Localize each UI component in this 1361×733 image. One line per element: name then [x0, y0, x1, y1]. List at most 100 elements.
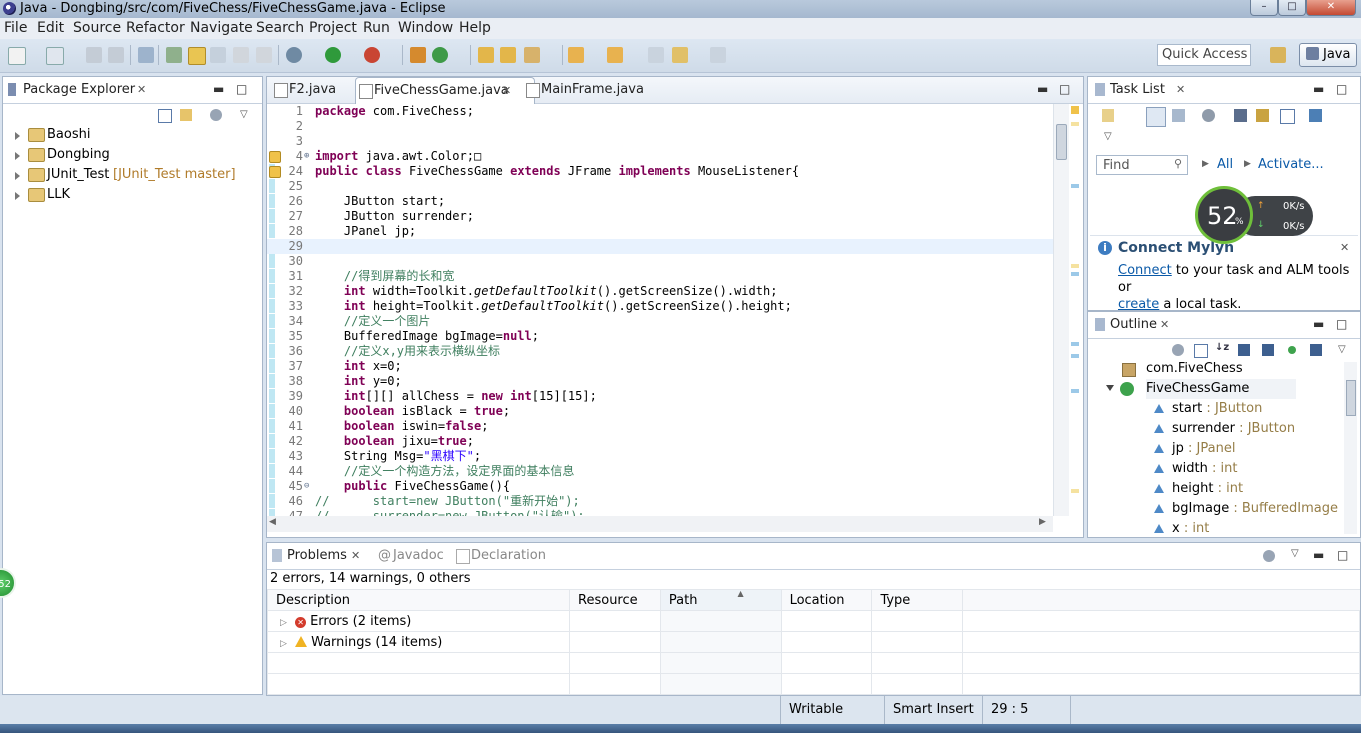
code-line[interactable]: 24 public class FiveChessGame extends JFr…	[267, 164, 1053, 179]
editor-horizontal-scrollbar[interactable]: ◀ ▶	[267, 516, 1053, 532]
sort-icon[interactable]: ↓z	[1215, 342, 1229, 353]
code-line[interactable]: 34 //定义一个图片	[267, 314, 1053, 329]
collapse-all-icon[interactable]	[158, 109, 172, 123]
focus-icon[interactable]	[1172, 344, 1184, 356]
code-line[interactable]: 29	[267, 239, 1053, 254]
highlight-icon[interactable]	[188, 47, 206, 65]
open-type-icon[interactable]	[478, 47, 494, 63]
close-tab-icon[interactable]: ✕	[351, 543, 360, 569]
problem-row-errors[interactable]: ▷ ✕ Errors (2 items)	[266, 610, 1360, 632]
tab-mainframe-java[interactable]: MainFrame.java	[523, 77, 661, 103]
quick-access-input[interactable]: Quick Access	[1157, 44, 1251, 66]
new-icon[interactable]	[8, 47, 26, 65]
column-location[interactable]: Location	[780, 589, 873, 611]
save-icon[interactable]	[86, 47, 102, 63]
view-menu-icon[interactable]: ▽	[1104, 131, 1112, 142]
block-select-icon[interactable]	[210, 47, 226, 63]
code-line[interactable]: 3	[267, 134, 1053, 149]
skip-breakpoints-icon[interactable]	[138, 47, 154, 63]
maximize-icon[interactable]: □	[1336, 317, 1347, 331]
tree-item-dongbing[interactable]: Dongbing	[3, 145, 258, 165]
minimize-icon[interactable]: ▬	[1313, 317, 1324, 331]
search-icon[interactable]	[524, 47, 540, 63]
menu-edit[interactable]: Edit	[37, 20, 64, 37]
column-description[interactable]: Description	[266, 589, 571, 611]
column-resource[interactable]: Resource	[569, 589, 661, 611]
maximize-icon[interactable]: □	[1059, 82, 1070, 96]
close-icon[interactable]: ✕	[1340, 241, 1349, 254]
menu-file[interactable]: File	[4, 20, 27, 37]
new-class-icon[interactable]	[432, 47, 448, 63]
close-tab-icon[interactable]: ✕	[1176, 77, 1185, 103]
java-perspective-button[interactable]: Java	[1299, 43, 1357, 67]
code-line[interactable]: 27 JButton surrender;	[267, 209, 1053, 224]
sync-icon[interactable]	[1309, 109, 1322, 122]
code-line[interactable]: 38 int y=0;	[267, 374, 1053, 389]
editor-vertical-scrollbar[interactable]	[1053, 104, 1069, 516]
outline-field[interactable]: start : JButton	[1154, 399, 1262, 419]
tab-declaration[interactable]: Declaration	[453, 543, 567, 569]
external-tools-icon[interactable]	[364, 47, 380, 63]
hide-local-types-icon[interactable]	[1310, 344, 1322, 356]
problem-row-warnings[interactable]: ▷ Warnings (14 items)	[266, 631, 1360, 653]
menu-navigate[interactable]: Navigate	[190, 20, 253, 37]
collapse-all-icon[interactable]	[1280, 109, 1295, 124]
code-line[interactable]: 44 //定义一个构造方法，设定界面的基本信息	[267, 464, 1053, 479]
outline-package[interactable]: com.FiveChess	[1122, 359, 1243, 379]
code-line[interactable]: 1 package com.FiveChess;	[267, 104, 1053, 119]
minimize-icon[interactable]: ▬	[213, 82, 224, 96]
tab-task-list[interactable]: Task List ✕	[1092, 77, 1206, 103]
code-line[interactable]: 4 import java.awt.Color;□ ⊕	[267, 149, 1053, 164]
run-icon[interactable]	[325, 47, 341, 63]
view-menu-icon[interactable]: ▽	[1291, 548, 1299, 559]
hide-completed-icon[interactable]	[1234, 109, 1247, 122]
connect-link[interactable]: Connect	[1118, 263, 1172, 278]
code-line[interactable]: 39 int[][] allChess = new int[15][15];	[267, 389, 1053, 404]
create-link[interactable]: create	[1118, 297, 1159, 312]
network-speed-widget[interactable]: 52 % ↑ ↓ 0K/s 0K/s	[1195, 186, 1315, 244]
forward-icon[interactable]	[710, 47, 726, 63]
save-all-icon[interactable]	[108, 47, 124, 63]
menu-run[interactable]: Run	[363, 20, 390, 37]
tab-package-explorer[interactable]: Package Explorer ✕	[5, 77, 173, 103]
outline-scrollbar[interactable]	[1344, 362, 1357, 534]
code-line[interactable]: 26 JButton start;	[267, 194, 1053, 209]
expand-icon[interactable]: ▷	[280, 618, 287, 628]
focus-task-icon[interactable]	[210, 109, 222, 121]
outline-field[interactable]: x : int	[1154, 519, 1209, 539]
new-java-project-icon[interactable]	[410, 47, 426, 63]
collapse-icon[interactable]	[1106, 385, 1114, 391]
activate-link[interactable]: Activate...	[1258, 157, 1324, 172]
last-edit-icon[interactable]	[648, 47, 664, 63]
view-menu-icon[interactable]: ▽	[240, 109, 248, 120]
show-whitespace-icon[interactable]	[233, 47, 249, 63]
minimize-icon[interactable]: ▬	[1313, 548, 1324, 562]
code-editor[interactable]: 1 package com.FiveChess; 2 3 4 import java.aw…	[267, 104, 1053, 516]
code-line[interactable]: 33 int height=Toolkit.getDefaultToolkit(…	[267, 299, 1053, 314]
maximize-icon[interactable]: □	[236, 82, 247, 96]
menu-help[interactable]: Help	[459, 20, 491, 37]
tree-item-baoshi[interactable]: Baoshi	[3, 125, 258, 145]
back-icon[interactable]	[672, 47, 688, 63]
minimize-icon[interactable]: ▬	[1313, 82, 1324, 96]
hide-fields-icon[interactable]	[1238, 344, 1250, 356]
menu-search[interactable]: Search	[256, 20, 304, 37]
toggle-mark-icon[interactable]	[166, 47, 182, 63]
column-type[interactable]: Type	[871, 589, 964, 611]
focus-icon[interactable]	[1263, 550, 1275, 562]
menu-project[interactable]: Project	[309, 20, 357, 37]
warning-marker-icon[interactable]	[269, 166, 281, 178]
code-line[interactable]: 32 int width=Toolkit.getDefaultToolkit()…	[267, 284, 1053, 299]
new-package-icon[interactable]	[46, 47, 64, 65]
outline-field[interactable]: surrender : JButton	[1154, 419, 1295, 439]
code-line[interactable]: 31 //得到屏幕的长和宽	[267, 269, 1053, 284]
tab-javadoc[interactable]: @ Javadoc	[375, 543, 463, 569]
expand-icon[interactable]	[15, 132, 20, 140]
expand-icon[interactable]	[15, 172, 20, 180]
view-menu-icon[interactable]: ▽	[1338, 344, 1346, 355]
minimize-icon[interactable]: –	[1250, 0, 1278, 16]
close-tab-icon[interactable]: ✕	[137, 77, 146, 103]
menu-refactor[interactable]: Refactor	[126, 20, 185, 37]
code-line[interactable]: 42 boolean jixu=true;	[267, 434, 1053, 449]
code-line[interactable]: 47 // surrender=new JButton("认输");	[267, 509, 1053, 516]
